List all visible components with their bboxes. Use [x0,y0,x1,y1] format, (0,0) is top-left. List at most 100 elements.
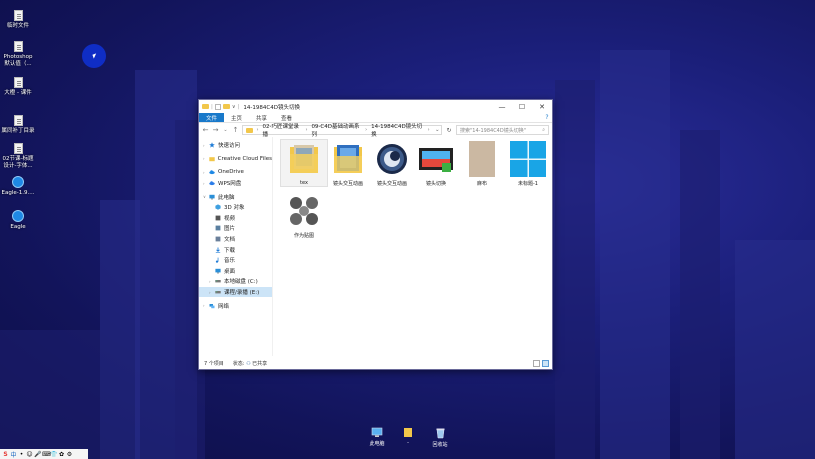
file-name: 镜头交互动画 [332,181,363,187]
desktop-icon[interactable]: 临时文件 [0,9,36,30]
file-item[interactable]: 作为贴图 [281,192,327,239]
desktop-icon-image [12,114,24,126]
file-name: 镜头切换 [425,181,446,187]
close-button[interactable]: ✕ [532,100,552,113]
desktop-icon[interactable]: Eagle [0,210,36,231]
title-bar[interactable]: | ∨ | 14-1984C4D镜头切换 — ☐ ✕ [199,100,552,113]
desktop-icon[interactable]: 属同补丁目录 [0,114,36,135]
drive-icon [215,278,221,284]
sidebar-item[interactable]: › WPS网盘 [199,178,272,189]
file-list: tex 镜头交互动画 镜头交互动画 镜头切换 麻布 未标题-1 作为贴图 [273,137,552,356]
folder-icon [202,104,209,109]
desktop-icon-image [12,176,24,188]
expand-chevron-icon[interactable]: › [203,156,206,161]
ime-toolbar-button[interactable]: 🎤 [34,451,41,458]
sidebar-item-label: 课程/录播 (E:) [224,290,260,297]
background-building [600,50,670,459]
forward-button[interactable]: → [212,126,219,134]
desktop-icon-image [12,40,24,52]
ime-toolbar-button[interactable]: • [18,451,25,458]
address-bar[interactable]: › 02-巧匠课堂录播 › 09-C4D基础动画系列 › 14-1984C4D镜… [242,122,442,138]
sidebar-item-label: 此电脑 [218,194,235,201]
desktop-icon[interactable]: Photoshop 默认值（... [0,40,36,68]
sidebar-item[interactable]: 下载 [199,244,272,255]
tab-share[interactable]: 共享 [249,113,274,122]
customize-toolbar-chevron-icon[interactable]: ∨ [232,104,236,110]
ime-toolbar-button[interactable]: 中 [10,450,17,459]
background-building [555,80,595,459]
minimize-button[interactable]: — [492,100,512,113]
file-name: tex [300,180,308,186]
taskbar-folder[interactable]: - [393,427,423,446]
sidebar-item[interactable]: › 本地磁盘 (C:) [199,276,272,287]
recent-locations-button[interactable]: ⌄ [222,127,229,133]
sidebar-item[interactable]: 3D 对象 [199,202,272,213]
back-button[interactable]: ← [202,126,209,134]
sidebar-item[interactable]: ∨ 此电脑 [199,191,272,202]
file-item[interactable]: 镜头交互动画 [325,140,371,187]
new-folder-icon[interactable] [222,104,230,109]
sidebar-item-label: 3D 对象 [224,205,245,212]
network-icon [209,303,215,309]
up-button[interactable]: ↑ [232,126,239,134]
ime-toolbar-button[interactable]: 👕 [50,451,57,458]
file-icon [13,142,23,154]
expand-chevron-icon[interactable]: › [203,303,206,308]
file-item[interactable]: 麻布 [459,140,505,187]
ime-toolbar-button[interactable]: ⌨ [42,451,51,458]
breadcrumb-item[interactable]: 14-1984C4D镜头切换 [371,122,423,138]
tab-home[interactable]: 主页 [224,113,249,122]
details-view-button[interactable] [533,359,540,367]
file-name: 未标题-1 [518,181,538,187]
breadcrumb-item[interactable]: 09-C4D基础动画系列 [311,122,361,138]
file-item[interactable]: 镜头交互动画 [369,140,415,187]
help-button[interactable]: ? [542,113,552,122]
sidebar-item[interactable]: › OneDrive [199,167,272,178]
search-input[interactable]: 搜索"14-1984C4D镜头切换" ⌕ [456,125,549,135]
file-item[interactable]: tex [280,139,328,187]
ime-toolbar-button[interactable]: S [2,451,9,458]
taskbar-label: 此电脑 [369,441,385,447]
file-item[interactable]: 镜头切换 [413,140,459,187]
sidebar-item-label: 图片 [224,226,236,233]
refresh-button[interactable]: ↻ [445,127,453,134]
expand-chevron-icon[interactable]: › [203,143,206,148]
sidebar-item[interactable]: › 快速访问 [199,140,272,151]
desktop-icon-label: 02节课-标题设计-字体... [2,156,34,169]
background-building [0,330,100,459]
properties-icon[interactable] [215,103,221,110]
ime-toolbar-button[interactable]: ⚙ [66,451,73,458]
file-icon [13,9,23,21]
taskbar-this-pc[interactable]: 此电脑 [362,427,392,447]
address-dropdown-button[interactable]: ⌄ [434,127,441,133]
breadcrumb-separator: › [305,127,308,133]
sidebar-item[interactable]: 视频 [199,213,272,224]
tab-view[interactable]: 查看 [274,113,299,122]
expand-chevron-icon[interactable]: ∨ [203,194,206,199]
expand-chevron-icon[interactable]: › [209,290,212,295]
sidebar-item[interactable]: › 网络 [199,300,272,311]
ime-toolbar-button[interactable]: ✿ [58,451,65,458]
breadcrumb-item[interactable]: 02-巧匠课堂录播 [263,122,302,138]
desktop-icon[interactable]: Eagle-1.9.... [0,176,36,197]
ime-toolbar-button[interactable]: ☺ [26,451,33,458]
sidebar-item[interactable]: 音乐 [199,255,272,266]
sidebar-item[interactable]: › 课程/录播 (E:) [199,286,272,298]
file-name: 麻布 [476,181,487,187]
taskbar-recycle-bin[interactable]: 回收站 [425,427,455,448]
desktop-icon[interactable]: 02节课-标题设计-字体... [0,142,36,170]
ime-toolbar: S 中 • ☺ 🎤 ⌨ 👕 ✿ ⚙ [0,449,88,459]
expand-chevron-icon[interactable]: › [203,170,206,175]
file-item[interactable]: 未标题-1 [505,140,551,187]
maximize-button[interactable]: ☐ [512,100,532,113]
sidebar-item[interactable]: 图片 [199,223,272,234]
desktop-icon[interactable]: 大橙 - 课件 [0,76,36,97]
tab-file[interactable]: 文件 [199,113,225,122]
separator: | [237,103,240,110]
sidebar-item[interactable]: 文档 [199,234,272,245]
expand-chevron-icon[interactable]: › [203,181,206,186]
expand-chevron-icon[interactable]: › [209,279,212,284]
sidebar-item[interactable]: 桌面 [199,266,272,277]
sidebar-item[interactable]: › Creative Cloud Files [199,154,272,165]
large-icons-view-button[interactable] [542,359,549,367]
